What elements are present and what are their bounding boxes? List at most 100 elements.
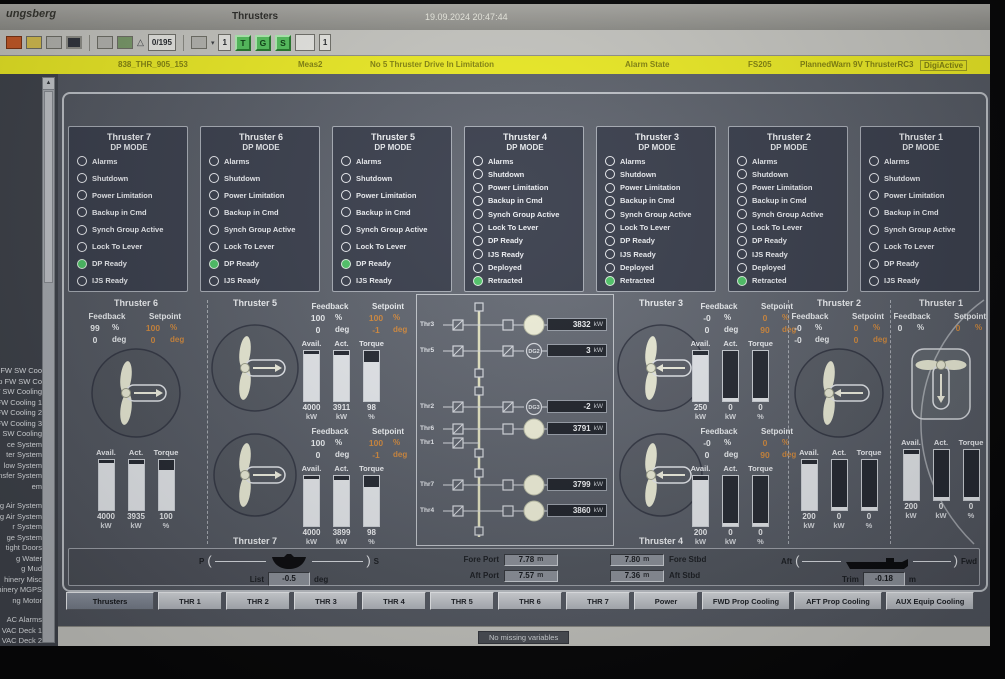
blank-box[interactable]	[295, 34, 315, 51]
nav-button-fwd-prop-cooling[interactable]: FWD Prop Cooling	[702, 592, 790, 610]
gauge-bars: Avail.200kWAct.0kWTorque0%	[799, 448, 880, 530]
sidebar-item[interactable]: VAC Deck 1	[0, 626, 44, 637]
group-t-button[interactable]: T	[235, 35, 251, 51]
dp-panel: Thruster 2DP MODEAlarmsShutdownPower Lim…	[728, 126, 848, 292]
draft-label: Fore Stbd	[669, 555, 721, 564]
printer-icon[interactable]	[97, 36, 113, 49]
alarm-line[interactable]: 838_THR_905_153 Meas2 No 5 Thruster Driv…	[0, 56, 990, 75]
nav-button-thr-6[interactable]: THR 6	[498, 592, 562, 610]
sidebar-item[interactable]: W FW Cooling 2	[0, 408, 44, 419]
draft-unit: m	[537, 556, 543, 563]
draft-value-box: 7.36m	[610, 570, 664, 582]
sidebar-item[interactable]: em	[0, 482, 44, 493]
sidebar-item[interactable]: hinery MGPS	[0, 585, 44, 596]
page-number-box[interactable]: 1	[218, 34, 230, 51]
monitor-icon[interactable]	[66, 36, 82, 49]
act-value: 0	[939, 502, 943, 511]
draft-value: 7.57	[519, 571, 535, 580]
bar-fill	[364, 487, 379, 526]
thruster2-column: Thruster 2FeedbackSetpoint-0%0%-0deg0deg…	[792, 298, 886, 546]
open-view-icon[interactable]	[117, 36, 133, 49]
sidebar-item[interactable]: tight Doors	[0, 543, 44, 554]
sidebar-item[interactable]: r System	[0, 522, 44, 533]
status-label: Backup in Cmd	[488, 196, 543, 205]
feedback-deg-value: -0	[781, 335, 815, 345]
screen-number-box[interactable]: 1	[319, 34, 331, 51]
ship-cross-section-icon	[269, 553, 309, 570]
sidebar-item[interactable]	[0, 606, 44, 615]
pct-unit: %	[170, 323, 194, 333]
alarm-ack-icon[interactable]	[6, 36, 22, 49]
panel-mode-label: DP MODE	[339, 143, 447, 152]
dp-panel: Thruster 5DP MODEAlarmsShutdownPower Lim…	[332, 126, 452, 292]
group-g-button[interactable]: G	[255, 35, 271, 51]
status-label: IJS Ready	[620, 250, 656, 259]
sidebar-item[interactable]	[0, 492, 44, 501]
scrollbar-thumb[interactable]	[44, 91, 53, 283]
title-bar: ungsberg Thrusters 19.09.2024 20:47:44	[0, 4, 990, 31]
torque-gauge: Torque0%	[750, 339, 771, 421]
nav-button-power[interactable]: Power	[634, 592, 698, 610]
sidebar-item[interactable]: Equip FW SW Co	[0, 377, 44, 388]
torque-unit: %	[368, 412, 375, 421]
bar-fill	[693, 480, 708, 526]
act-label: Act.	[832, 448, 846, 457]
sidebar-item[interactable]: low System	[0, 461, 44, 472]
sidebar-item[interactable]: hinery Misc	[0, 575, 44, 586]
status-row: Power Limitation	[737, 183, 843, 193]
sidebar-item[interactable]: ansfer System	[0, 471, 44, 482]
sidebar-item[interactable]: g Mud	[0, 564, 44, 575]
status-label: Power Limitation	[752, 183, 812, 192]
sidebar-item[interactable]: ge System	[0, 533, 44, 544]
avail-bar	[98, 459, 115, 511]
sidebar-item[interactable]: W FW Cooling 1	[0, 398, 44, 409]
status-label: IJS Ready	[884, 276, 920, 285]
nav-button-thr-1[interactable]: THR 1	[158, 592, 222, 610]
alarm-counter[interactable]: 0/195	[148, 34, 176, 51]
status-row: DP Ready	[341, 259, 447, 269]
avail-label: Avail.	[691, 464, 711, 473]
chevron-down-icon[interactable]: ▾	[211, 39, 215, 47]
nav-button-thr-5[interactable]: THR 5	[430, 592, 494, 610]
nav-button-thr-7[interactable]: THR 7	[566, 592, 630, 610]
nav-button-aft-prop-cooling[interactable]: AFT Prop Cooling	[794, 592, 882, 610]
sidebar-item[interactable]: g Air System	[0, 501, 44, 512]
sidebar-item[interactable]: ter System	[0, 450, 44, 461]
sidebar-scrollbar[interactable]: ▲	[42, 77, 55, 643]
status-row: IJS Ready	[869, 276, 975, 286]
bar-fill	[802, 464, 817, 510]
nav-button-thr-3[interactable]: THR 3	[294, 592, 358, 610]
sidebar-item[interactable]: uip SW Cooling	[0, 429, 44, 440]
sidebar-item[interactable]: W FW Cooling 3	[0, 419, 44, 430]
sidebar-item[interactable]: ce System	[0, 440, 44, 451]
folder-icon[interactable]	[26, 36, 42, 49]
sidebar-item[interactable]: AC Alarms	[0, 615, 44, 626]
sidebar-item[interactable]: FW SW Cooling	[0, 387, 44, 398]
status-label: Shutdown	[224, 174, 260, 183]
nav-button-thr-2[interactable]: THR 2	[226, 592, 290, 610]
sidebar-item[interactable]: ng Motor	[0, 596, 44, 607]
deg-unit: deg	[873, 335, 897, 345]
page-list-icon[interactable]	[191, 36, 207, 49]
sidebar-item[interactable]: ng Air System	[0, 512, 44, 523]
scroll-up-icon[interactable]: ▲	[43, 78, 54, 90]
status-lamp-off	[737, 169, 747, 179]
toolbar-separator	[89, 35, 90, 51]
torque-gauge: Torque0%	[859, 448, 880, 530]
sidebar-item[interactable]: VAC Deck 2	[0, 636, 44, 646]
file-icon[interactable]	[46, 36, 62, 49]
status-list: AlarmsShutdownPower LimitationBackup in …	[207, 156, 315, 286]
avail-value: 4000	[97, 512, 115, 521]
sidebar-item[interactable]: g Water	[0, 554, 44, 565]
act-value: 0	[728, 528, 732, 537]
avail-bar	[801, 459, 818, 511]
sidebar-item[interactable]: quip FW SW Coo	[0, 366, 44, 377]
nav-button-thr-4[interactable]: THR 4	[362, 592, 426, 610]
status-lamp-off	[341, 173, 351, 183]
nav-button-thrusters[interactable]: Thrusters	[66, 592, 154, 610]
group-s-button[interactable]: S	[275, 35, 291, 51]
status-row: Backup in Cmd	[209, 207, 315, 217]
bell-icon[interactable]: △	[137, 37, 144, 48]
status-row: Lock To Lever	[77, 242, 183, 252]
nav-button-aux-equip-cooling[interactable]: AUX Equip Cooling	[886, 592, 974, 610]
